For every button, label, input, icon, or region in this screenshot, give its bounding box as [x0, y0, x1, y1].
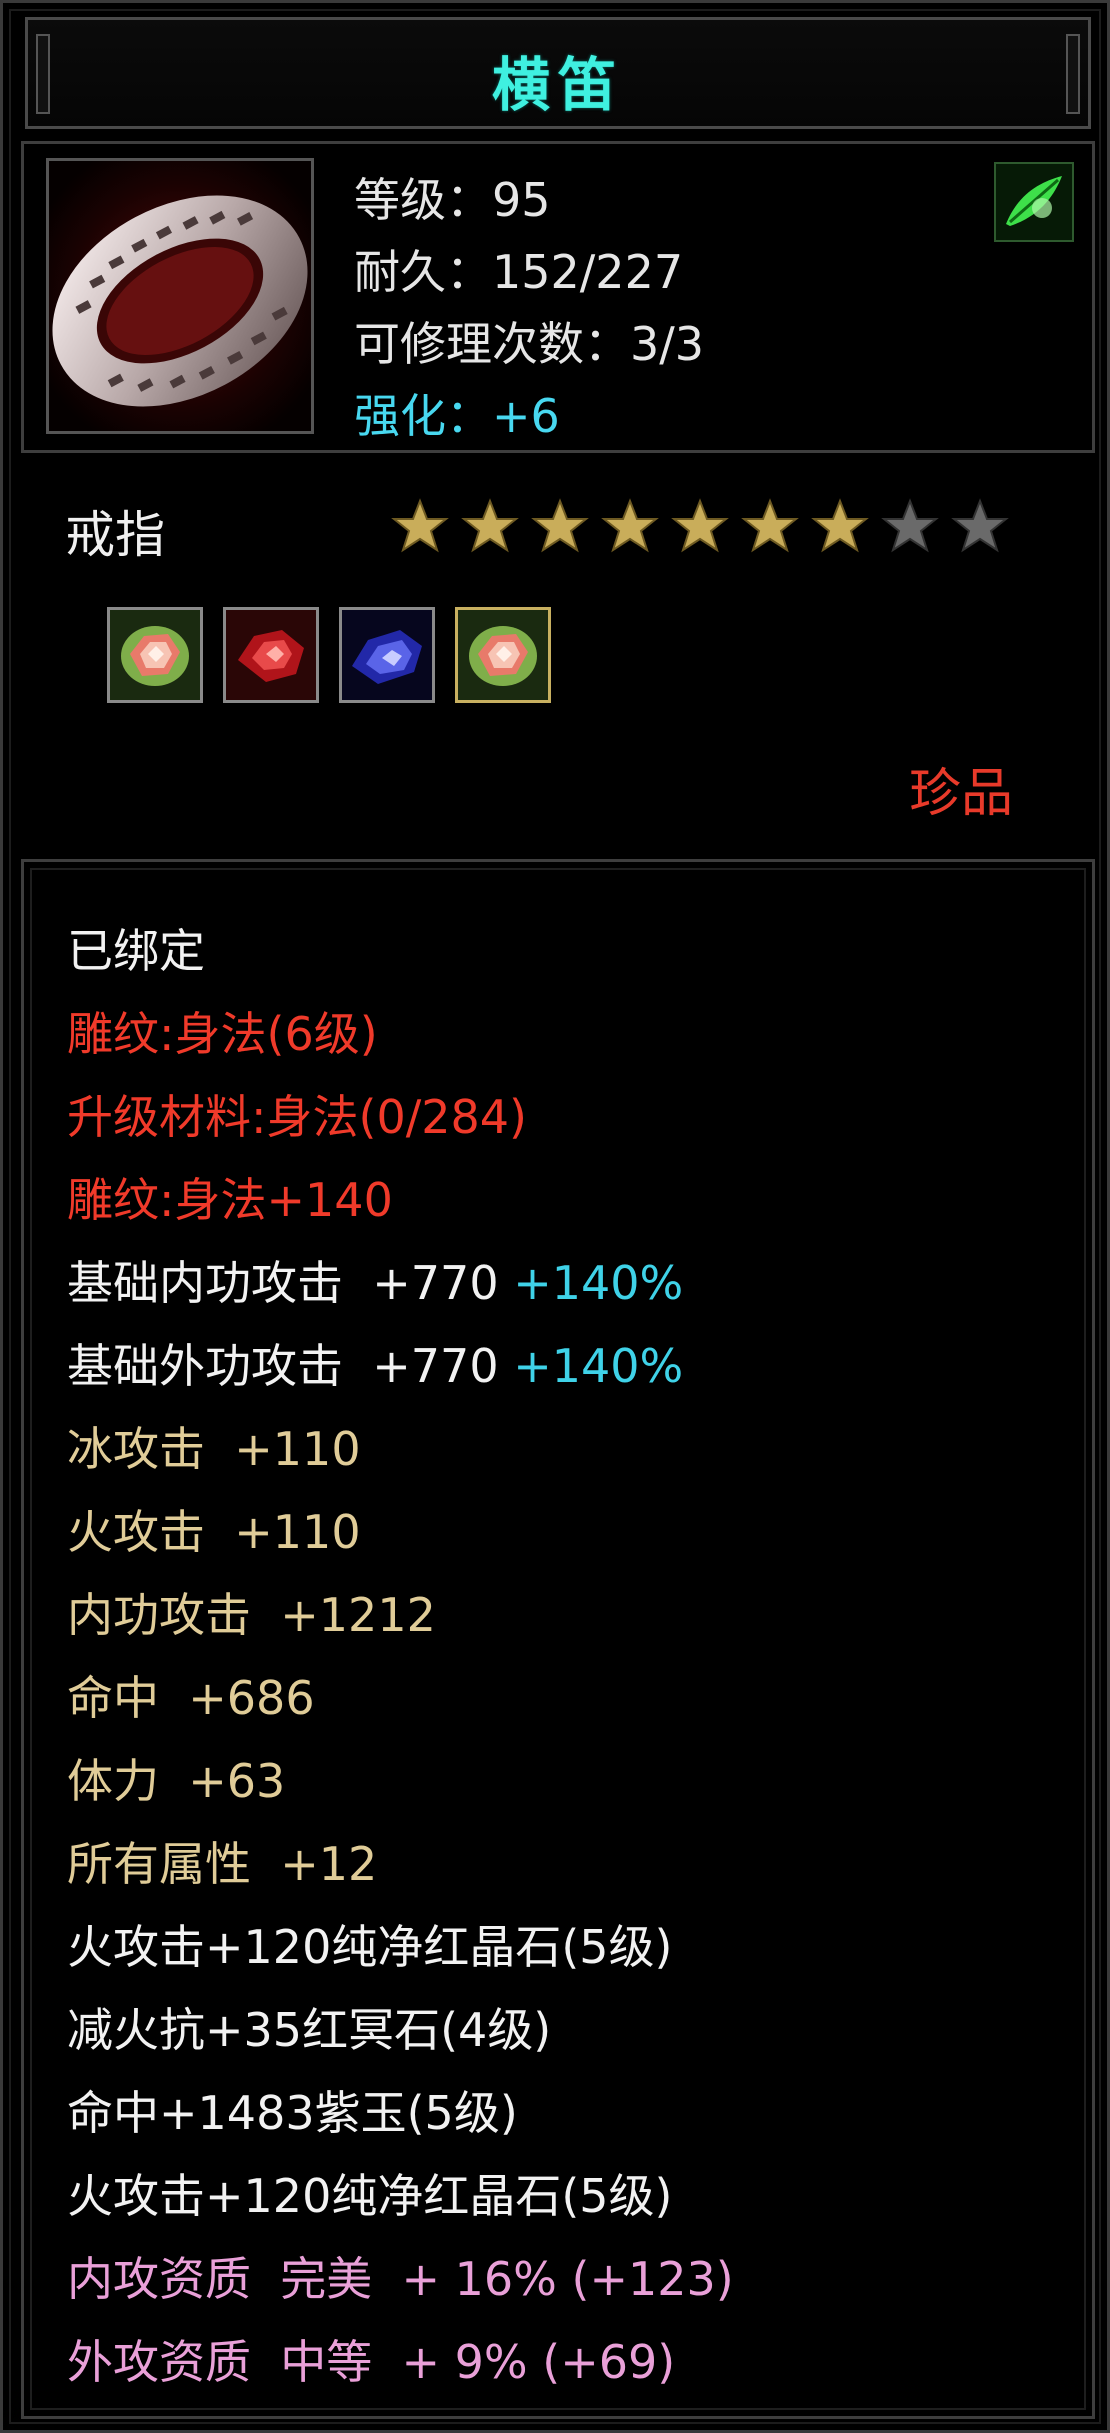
item-durability: 耐久：152/227	[354, 245, 684, 299]
stamina: 体力 +63	[67, 1754, 286, 1808]
item-icon-slot[interactable]	[46, 158, 314, 434]
star-filled-icon	[741, 498, 799, 553]
gem-bonus-3: 命中+1483紫玉(5级)	[67, 2086, 518, 2140]
inner-attack: 内功攻击 +1212	[67, 1588, 436, 1642]
base-outer-attack-bonus: +140%	[513, 1339, 684, 1393]
item-enhance-level: 强化：+6	[354, 389, 560, 443]
item-type: 戒指	[65, 506, 165, 564]
gem-slot-2[interactable]	[223, 607, 319, 703]
leaf-badge-icon	[994, 162, 1074, 242]
star-filled-icon	[671, 498, 729, 553]
star-filled-icon	[811, 498, 869, 553]
item-repair-count: 可修理次数：3/3	[354, 317, 705, 371]
item-name: 横笛	[491, 51, 624, 119]
fire-attack: 火攻击 +110	[67, 1505, 361, 1559]
engrave-level: 雕纹:身法(6级)	[67, 1007, 378, 1061]
ice-attack: 冰攻击 +110	[67, 1422, 361, 1476]
ring-icon	[49, 161, 311, 431]
pure-red-crystal-icon	[110, 610, 200, 700]
pure-red-crystal-icon	[458, 610, 548, 700]
gem-slot-4[interactable]	[455, 607, 551, 703]
star-empty-icon	[881, 498, 939, 553]
upgrade-material: 升级材料:身法(0/284)	[67, 1090, 527, 1144]
star-filled-icon	[531, 498, 589, 553]
base-inner-attack-bonus: +140%	[513, 1256, 684, 1310]
item-tooltip: 横笛 等级：95 耐久：152/227 可修理次数：3/3 强化：+6 戒指 珍…	[0, 0, 1110, 2433]
item-level: 等级：95	[354, 173, 551, 227]
star-filled-icon	[601, 498, 659, 553]
star-empty-icon	[951, 498, 1009, 553]
title-bar: 横笛	[25, 17, 1091, 129]
gem-slot-1[interactable]	[107, 607, 203, 703]
gem-bonus-2: 减火抗+35红冥石(4级)	[67, 2003, 552, 2057]
outer-attack-quality: 外攻资质 中等 + 9% (+69)	[67, 2335, 676, 2389]
base-inner-attack: 基础内功攻击 +770 +140%	[67, 1247, 683, 1313]
purple-jade-icon	[342, 610, 432, 700]
base-inner-attack-label: 基础内功攻击 +770	[67, 1256, 514, 1310]
gem-slot-3[interactable]	[339, 607, 435, 703]
star-filled-icon	[391, 498, 449, 553]
item-header: 等级：95 耐久：152/227 可修理次数：3/3 强化：+6	[21, 141, 1095, 453]
gem-bonus-1: 火攻击+120纯净红晶石(5级)	[67, 1920, 673, 1974]
base-outer-attack-label: 基础外功攻击 +770	[67, 1339, 514, 1393]
bound-status: 已绑定	[67, 924, 205, 978]
accuracy: 命中 +686	[67, 1671, 315, 1725]
engrave-bonus: 雕纹:身法+140	[67, 1173, 393, 1227]
gem-bonus-4: 火攻击+120纯净红晶石(5级)	[67, 2169, 673, 2223]
item-rarity: 珍品	[909, 764, 1014, 824]
base-outer-attack: 基础外功攻击 +770 +140%	[67, 1330, 683, 1396]
inner-attack-quality: 内攻资质 完美 + 16% (+123)	[67, 2252, 734, 2306]
star-filled-icon	[461, 498, 519, 553]
all-attributes: 所有属性 +12	[67, 1837, 378, 1891]
red-ming-stone-icon	[226, 610, 316, 700]
